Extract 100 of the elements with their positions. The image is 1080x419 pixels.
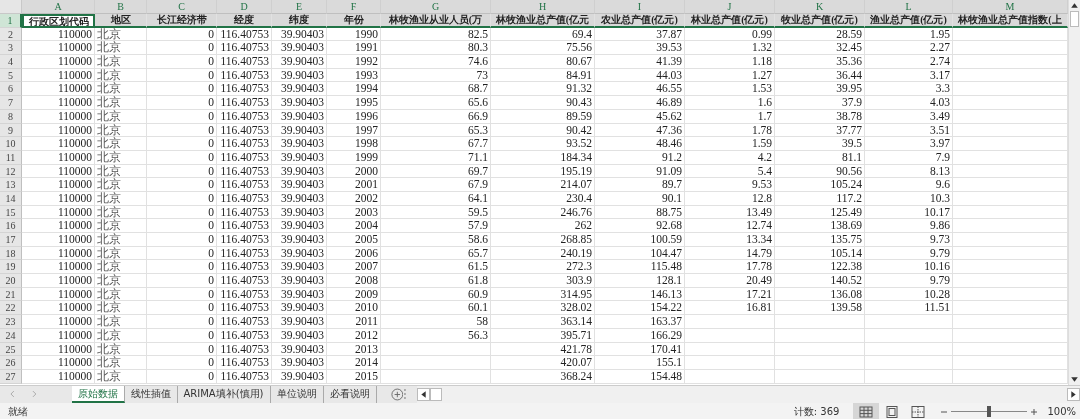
row-header[interactable]: 19 [0,260,22,275]
table-cell: 17.78 [685,260,775,275]
table-cell: 北京 [95,150,147,165]
table-cell: 10.3 [865,191,953,206]
table-cell: 20.49 [685,274,775,288]
table-cell: 4.03 [865,96,953,110]
column-header[interactable]: E [272,0,327,14]
table-cell: 138.69 [775,219,865,233]
scroll-right-icon[interactable] [1067,388,1080,401]
page-icon[interactable] [884,404,901,419]
table-cell: 110000 [22,369,95,384]
table-cell: 69.4 [491,27,595,42]
column-header[interactable]: K [775,0,865,14]
table-cell: 1997 [327,123,381,138]
table-cell: 128.1 [595,274,685,288]
page-break-icon[interactable] [910,404,927,419]
table-cell: 110000 [22,287,95,302]
column-header[interactable]: J [685,0,775,14]
table-cell: 0 [147,96,217,110]
column-header[interactable]: B [95,0,147,14]
table-cell: 北京 [95,246,147,261]
row-header[interactable]: 4 [0,55,22,69]
table-cell: 58 [381,315,491,329]
row-header[interactable]: 17 [0,233,22,247]
table-cell: 116.40753 [217,55,272,69]
table-cell: 154.48 [595,369,685,384]
row-header[interactable]: 10 [0,137,22,151]
table-cell: 100.59 [595,233,685,247]
table-cell: 420.07 [491,356,595,370]
row-header[interactable]: 1 [0,14,22,28]
table-cell: 1.59 [685,137,775,151]
zoom-slider-thumb[interactable] [987,406,992,417]
row-header[interactable]: 3 [0,41,22,56]
table-cell: 110000 [22,27,95,42]
table-cell: 116.40753 [217,233,272,247]
table-cell: 116.40753 [217,109,272,124]
table-cell: 0 [147,205,217,220]
sheet-tab[interactable]: 原始数据 [71,386,125,403]
grid-icon[interactable] [858,404,875,419]
table-cell: 28.59 [775,27,865,42]
table-cell: 北京 [95,41,147,56]
column-header[interactable]: A [22,0,95,14]
table-cell: 116.40753 [217,219,272,233]
table-cell: 2014 [327,356,381,370]
column-header[interactable]: L [865,0,953,14]
table-cell: 136.08 [775,287,865,302]
header-cell: 林牧渔业从业人员(万 [381,14,491,28]
scroll-left-icon[interactable] [417,388,431,401]
column-header[interactable]: M [953,0,1068,14]
column-header[interactable]: F [327,0,381,14]
table-cell: 12.74 [685,219,775,233]
table-cell: 195.19 [491,164,595,179]
table-cell: 1.53 [685,82,775,97]
row-header[interactable]: 26 [0,356,22,370]
scroll-thumb[interactable] [1070,11,1079,27]
horizontal-scrollbar[interactable] [417,386,1080,403]
table-cell: 0 [147,82,217,97]
row-header[interactable]: 6 [0,82,22,97]
table-cell: 116.40753 [217,82,272,97]
column-header[interactable]: I [595,0,685,14]
table-cell: 0 [147,191,217,206]
column-header[interactable]: H [491,0,595,14]
table-cell: 0 [147,123,217,138]
table-cell: 3.17 [865,68,953,83]
row-header[interactable]: 22 [0,301,22,316]
table-cell: 80.3 [381,41,491,56]
row-header[interactable]: 7 [0,96,22,110]
table-cell: 116.40753 [217,369,272,384]
row-header[interactable]: 13 [0,178,22,192]
table-cell: 81.1 [775,150,865,165]
column-header[interactable]: G [381,0,491,14]
table-cell: 39.90403 [272,301,327,316]
table-cell: 110000 [22,274,95,288]
table-cell: 110000 [22,356,95,370]
table-cell: 0 [147,150,217,165]
table-cell: 14.79 [685,246,775,261]
table-cell: 4.2 [685,150,775,165]
table-cell: 116.40753 [217,27,272,42]
table-cell: 1.6 [685,96,775,110]
table-cell: 110000 [22,41,95,56]
row-header[interactable]: 23 [0,315,22,329]
add-sheet-icon[interactable] [390,388,404,401]
row-header[interactable]: 16 [0,219,22,233]
table-cell: 363.14 [491,315,595,329]
vertical-scrollbar[interactable] [1068,0,1080,385]
table-cell: 154.22 [595,301,685,316]
column-header[interactable]: D [217,0,272,14]
column-header[interactable]: C [147,0,217,14]
scroll-thumb[interactable] [430,388,443,401]
normal-view-button[interactable] [853,403,880,419]
table-cell: 北京 [95,55,147,69]
scroll-up-icon[interactable] [1069,0,1080,11]
table-cell: 0 [147,369,217,384]
table-cell: 140.52 [775,274,865,288]
table-cell: 北京 [95,287,147,302]
table-cell: 0 [147,55,217,69]
table-cell: 166.29 [595,328,685,343]
header-cell: 地区 [95,14,147,28]
row-header[interactable]: 20 [0,274,22,288]
table-cell: 91.32 [491,82,595,97]
